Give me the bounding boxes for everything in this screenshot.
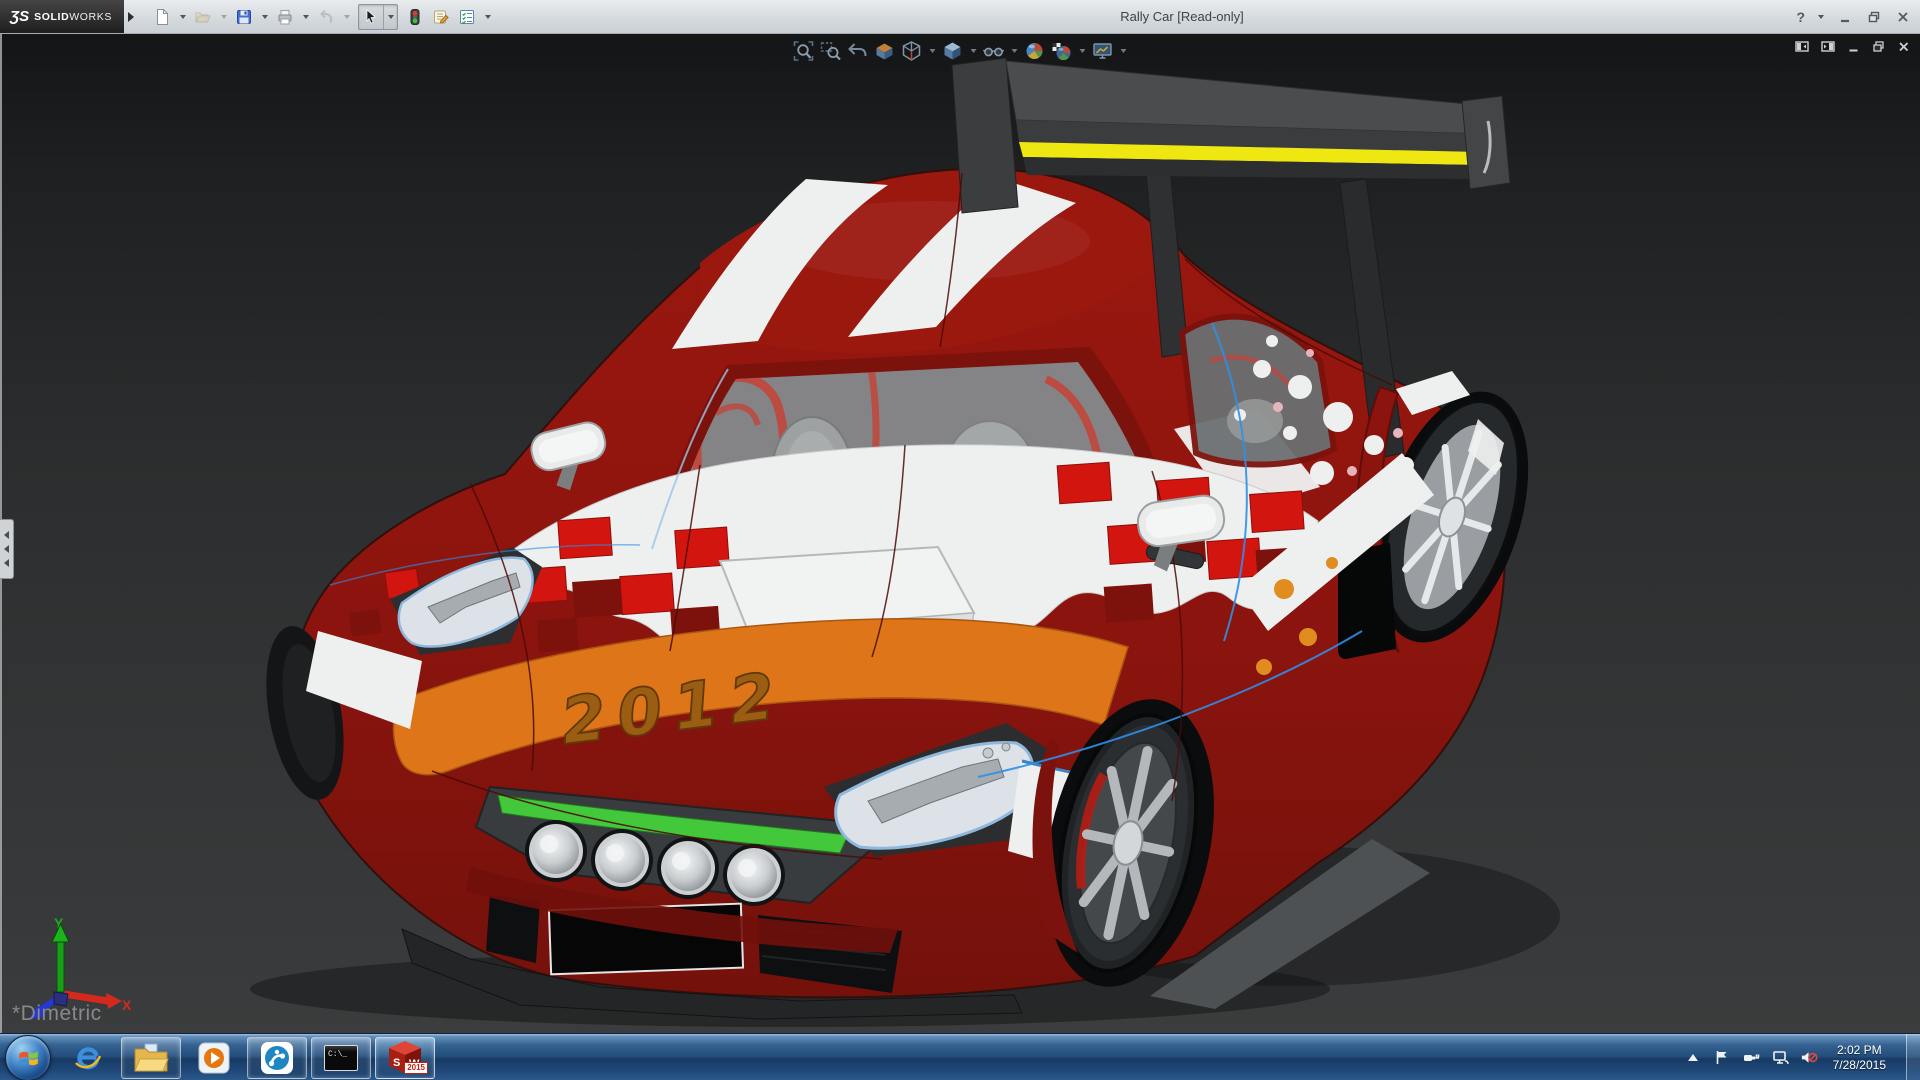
open-icon: [191, 5, 215, 29]
taskbar-clock[interactable]: 2:02 PM 7/28/2015: [1833, 1043, 1886, 1073]
windows-flag-icon: [16, 1046, 40, 1070]
triad-x-label: X: [122, 997, 132, 1013]
brand-works: WORKS: [69, 11, 112, 23]
doc-close-icon[interactable]: [1897, 40, 1910, 53]
doc-minimize-icon[interactable]: [1847, 40, 1860, 53]
solidworks-logo-mark: ƷS: [10, 8, 29, 25]
show-pane-left-icon[interactable]: [1795, 40, 1809, 53]
taskbar-windows-explorer[interactable]: [121, 1037, 181, 1079]
graphics-area[interactable]: 2012: [0, 34, 1920, 1033]
svg-text:S: S: [393, 1057, 400, 1069]
previous-view-icon[interactable]: [847, 40, 869, 62]
help-icon[interactable]: ?: [1794, 9, 1807, 25]
rebuild-traffic-light-icon[interactable]: [403, 5, 427, 29]
share-app-icon: [260, 1041, 294, 1075]
clock-date: 7/28/2015: [1833, 1058, 1886, 1073]
undo-dropdown: [340, 5, 353, 29]
view-orientation-label: *Dimetric: [12, 1002, 102, 1026]
restore-button[interactable]: [1863, 6, 1885, 28]
view-settings-dropdown[interactable]: [1119, 49, 1128, 53]
zoom-to-fit-icon[interactable]: [793, 40, 815, 62]
action-center-flag-icon[interactable]: [1713, 1049, 1731, 1067]
open-dropdown: [217, 5, 230, 29]
new-document-icon[interactable]: [150, 5, 174, 29]
solidworks-version-badge: 2015: [404, 1062, 428, 1074]
title-bar: ƷS SOLIDWORKS: [0, 0, 1920, 34]
save-dropdown[interactable]: [258, 5, 271, 29]
new-document-dropdown[interactable]: [176, 5, 189, 29]
show-desktop-button[interactable]: [1906, 1034, 1920, 1080]
show-pane-right-icon[interactable]: [1821, 40, 1835, 53]
solidworks-logo: ƷS SOLIDWORKS: [0, 0, 124, 33]
taskbar-command-prompt[interactable]: C:\_: [311, 1037, 371, 1079]
heads-up-view-toolbar: [793, 40, 1128, 62]
solidworks-window: ƷS SOLIDWORKS: [0, 0, 1920, 1080]
window-title: Rally Car [Read-only]: [1032, 0, 1332, 33]
show-hidden-icons[interactable]: [1684, 1049, 1702, 1067]
file-properties-icon[interactable]: [429, 5, 453, 29]
apply-scene-icon[interactable]: [1051, 40, 1073, 62]
standard-toolbar: [150, 0, 494, 33]
undo-icon: [314, 5, 338, 29]
doc-restore-icon[interactable]: [1872, 40, 1885, 53]
select-tool[interactable]: [358, 4, 398, 30]
media-player-icon: [197, 1041, 231, 1075]
display-style-icon[interactable]: [942, 40, 964, 62]
taskbar-media-player[interactable]: [185, 1038, 243, 1078]
save-icon[interactable]: [232, 5, 256, 29]
internet-explorer-icon: [73, 1043, 103, 1073]
select-dropdown[interactable]: [383, 5, 397, 29]
hide-show-items-icon[interactable]: [983, 40, 1005, 62]
power-plug-icon[interactable]: [1742, 1049, 1760, 1067]
help-dropdown[interactable]: [1814, 5, 1827, 29]
select-arrow-icon[interactable]: [359, 5, 383, 29]
view-orientation-dropdown[interactable]: [928, 49, 937, 53]
zoom-to-area-icon[interactable]: [820, 40, 842, 62]
hide-show-items-dropdown[interactable]: [1010, 49, 1019, 53]
view-orientation-icon[interactable]: [901, 40, 923, 62]
minimize-button[interactable]: [1834, 6, 1856, 28]
display-style-dropdown[interactable]: [969, 49, 978, 53]
section-view-icon[interactable]: [874, 40, 896, 62]
options-dropdown[interactable]: [481, 5, 494, 29]
document-window-controls: [1795, 40, 1910, 53]
command-prompt-icon: C:\_: [324, 1045, 358, 1071]
rally-car-model[interactable]: 2012: [250, 58, 1560, 1027]
start-button[interactable]: [5, 1035, 51, 1080]
edit-appearance-icon[interactable]: [1024, 40, 1046, 62]
taskbar-internet-explorer[interactable]: [59, 1038, 117, 1078]
taskbar-share-app[interactable]: [247, 1037, 307, 1079]
volume-muted-icon[interactable]: [1800, 1049, 1818, 1067]
system-tray: 2:02 PM 7/28/2015: [1684, 1034, 1920, 1080]
window-controls: ?: [1794, 0, 1914, 33]
menu-expand-icon[interactable]: [124, 0, 138, 33]
feature-manager-collapsed-tab[interactable]: [0, 519, 14, 579]
apply-scene-dropdown[interactable]: [1078, 49, 1087, 53]
clock-time: 2:02 PM: [1833, 1043, 1886, 1058]
windows-taskbar: C:\_ S W 2015: [0, 1033, 1920, 1080]
taskbar-solidworks-2015[interactable]: S W 2015: [375, 1037, 435, 1079]
folder-icon: [133, 1043, 169, 1073]
close-button[interactable]: [1892, 6, 1914, 28]
network-icon[interactable]: [1771, 1049, 1789, 1067]
print-dropdown[interactable]: [299, 5, 312, 29]
brand-solid: SOLID: [34, 11, 69, 23]
print-icon[interactable]: [273, 5, 297, 29]
options-icon[interactable]: [455, 5, 479, 29]
view-settings-icon[interactable]: [1092, 40, 1114, 62]
graphics-viewport[interactable]: 2012: [0, 34, 1920, 1033]
